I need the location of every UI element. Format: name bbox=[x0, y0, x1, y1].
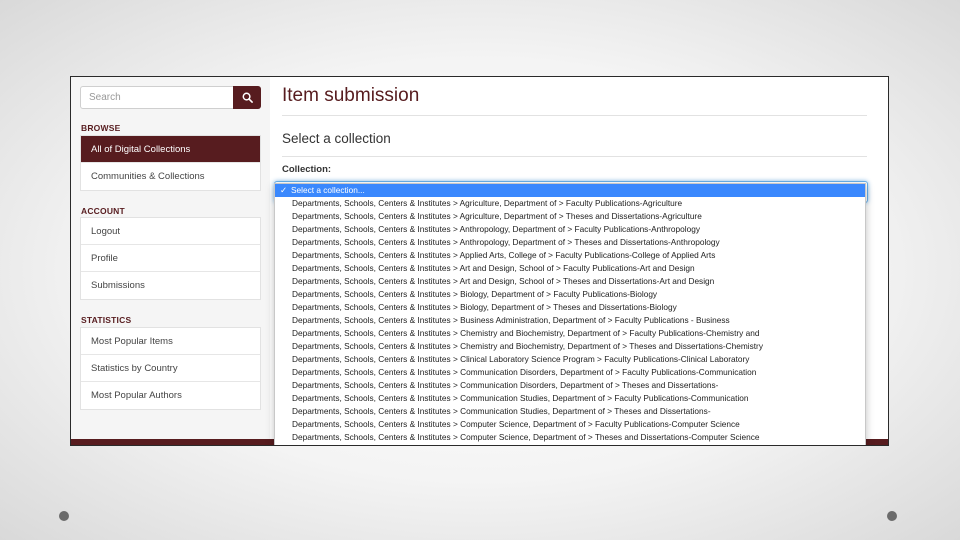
dropdown-option[interactable]: Departments, Schools, Centers & Institut… bbox=[275, 197, 865, 210]
account-heading: ACCOUNT bbox=[81, 206, 125, 216]
section-title: Select a collection bbox=[282, 131, 391, 146]
dropdown-option[interactable]: Departments, Schools, Centers & Institut… bbox=[275, 314, 865, 327]
sidebar-item-most-popular-authors[interactable]: Most Popular Authors bbox=[81, 382, 260, 409]
dropdown-option[interactable]: Departments, Schools, Centers & Institut… bbox=[275, 405, 865, 418]
dropdown-option[interactable]: Departments, Schools, Centers & Institut… bbox=[275, 353, 865, 366]
dropdown-option[interactable]: Departments, Schools, Centers & Institut… bbox=[275, 210, 865, 223]
search-input[interactable] bbox=[81, 87, 231, 108]
slide-dot-left bbox=[59, 511, 69, 521]
dropdown-option-selected[interactable]: ✓ Select a collection... bbox=[275, 184, 865, 197]
browse-heading: BROWSE bbox=[81, 123, 121, 133]
statistics-heading: STATISTICS bbox=[81, 315, 132, 325]
selected-option-label: Select a collection... bbox=[291, 185, 365, 195]
dropdown-option[interactable]: Departments, Schools, Centers & Institut… bbox=[275, 236, 865, 249]
dropdown-option[interactable]: Departments, Schools, Centers & Institut… bbox=[275, 262, 865, 275]
account-nav: Logout Profile Submissions bbox=[80, 217, 261, 300]
title-divider bbox=[282, 115, 867, 116]
sidebar-item-most-popular-items[interactable]: Most Popular Items bbox=[81, 328, 260, 355]
statistics-nav: Most Popular Items Statistics by Country… bbox=[80, 327, 261, 410]
sidebar: BROWSE All of Digital Collections Commun… bbox=[71, 77, 270, 439]
browse-nav: All of Digital Collections Communities &… bbox=[80, 135, 261, 191]
search-button[interactable] bbox=[233, 86, 261, 109]
dropdown-option[interactable]: Departments, Schools, Centers & Institut… bbox=[275, 301, 865, 314]
sidebar-item-submissions[interactable]: Submissions bbox=[81, 272, 260, 299]
check-icon: ✓ bbox=[280, 185, 287, 195]
sidebar-item-statistics-by-country[interactable]: Statistics by Country bbox=[81, 355, 260, 382]
dropdown-option[interactable]: Departments, Schools, Centers & Institut… bbox=[275, 288, 865, 301]
dropdown-option[interactable]: Departments, Schools, Centers & Institut… bbox=[275, 379, 865, 392]
browser-screenshot: BROWSE All of Digital Collections Commun… bbox=[70, 76, 889, 446]
dropdown-option[interactable]: Departments, Schools, Centers & Institut… bbox=[275, 366, 865, 379]
sidebar-item-communities-collections[interactable]: Communities & Collections bbox=[81, 163, 260, 190]
sidebar-item-all-digital-collections[interactable]: All of Digital Collections bbox=[81, 136, 260, 163]
page-title: Item submission bbox=[282, 85, 420, 106]
dropdown-option[interactable]: Departments, Schools, Centers & Institut… bbox=[275, 223, 865, 236]
dropdown-option[interactable]: Departments, Schools, Centers & Institut… bbox=[275, 431, 865, 444]
search-icon bbox=[242, 92, 253, 103]
dropdown-option[interactable]: Departments, Schools, Centers & Institut… bbox=[275, 249, 865, 262]
sidebar-item-logout[interactable]: Logout bbox=[81, 218, 260, 245]
section-divider bbox=[282, 156, 867, 157]
collection-dropdown-list: ✓ Select a collection... Departments, Sch… bbox=[274, 183, 866, 445]
dropdown-option[interactable]: Departments, Schools, Centers & Institut… bbox=[275, 327, 865, 340]
dropdown-option[interactable]: Departments, Schools, Centers & Institut… bbox=[275, 392, 865, 405]
dropdown-option[interactable]: Departments, Schools, Centers & Institut… bbox=[275, 418, 865, 431]
dropdown-option[interactable]: Departments, Schools, Centers & Institut… bbox=[275, 275, 865, 288]
dropdown-option[interactable]: Departments, Schools, Centers & Institut… bbox=[275, 340, 865, 353]
search-form bbox=[80, 86, 261, 109]
collection-label: Collection: bbox=[282, 164, 332, 175]
dropdown-options: Departments, Schools, Centers & Institut… bbox=[275, 197, 865, 444]
sidebar-item-profile[interactable]: Profile bbox=[81, 245, 260, 272]
slide-dot-right bbox=[887, 511, 897, 521]
